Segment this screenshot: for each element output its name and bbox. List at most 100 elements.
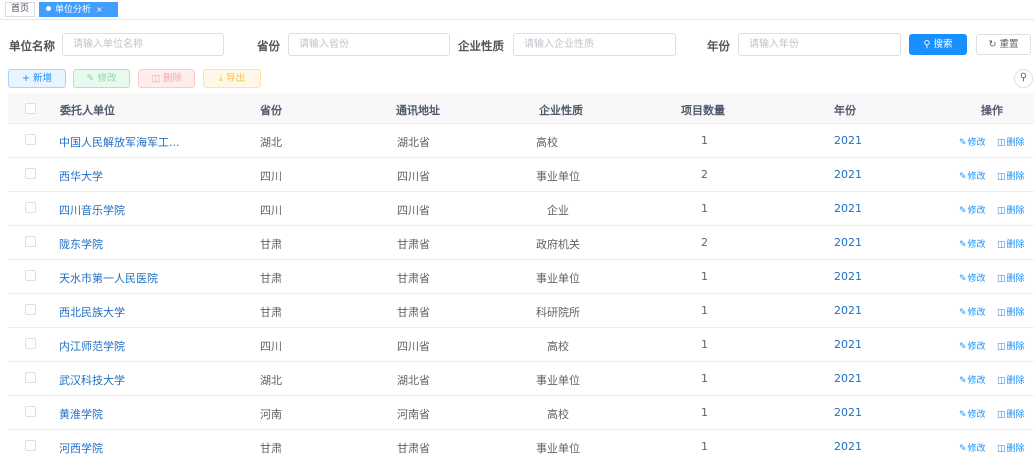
row-checkbox[interactable]	[25, 202, 36, 213]
trash-icon: ◫	[997, 138, 1006, 148]
row-checkbox[interactable]	[25, 168, 36, 179]
cell-client[interactable]: 河西学院	[59, 440, 103, 456]
export-button[interactable]: ⤓ 导出	[203, 69, 261, 88]
table-row: 天水市第一人民医院 甘肃 甘肃省 事业单位 1 2021 ✎修改 ◫删除	[8, 260, 1034, 294]
row-delete-button[interactable]: ◫删除	[997, 305, 1025, 318]
row-edit-label: 修改	[967, 240, 986, 250]
active-dot-icon	[46, 6, 51, 11]
search-button[interactable]: ⚲ 搜索	[909, 34, 967, 55]
row-checkbox[interactable]	[25, 440, 36, 451]
unit-name-input[interactable]	[62, 33, 224, 56]
delete-button[interactable]: ◫ 删除	[138, 69, 195, 88]
cell-year: 2021	[834, 168, 862, 181]
tab-unit-analysis[interactable]: 单位分析 ×	[39, 2, 118, 17]
row-checkbox[interactable]	[25, 134, 36, 145]
cell-client[interactable]: 西华大学	[59, 168, 103, 184]
row-delete-button[interactable]: ◫删除	[997, 339, 1025, 352]
row-checkbox[interactable]	[25, 338, 36, 349]
row-edit-button[interactable]: ✎修改	[959, 203, 986, 216]
row-checkbox[interactable]	[25, 372, 36, 383]
search-icon: ⚲	[923, 39, 931, 50]
row-delete-button[interactable]: ◫删除	[997, 441, 1025, 454]
row-edit-button[interactable]: ✎修改	[959, 373, 986, 386]
row-edit-button[interactable]: ✎修改	[959, 169, 986, 182]
row-edit-button[interactable]: ✎修改	[959, 271, 986, 284]
trash-icon: ◫	[997, 342, 1006, 352]
cell-address: 湖北省	[397, 136, 430, 149]
trash-icon: ◫	[997, 376, 1006, 386]
row-edit-label: 修改	[967, 172, 986, 182]
row-edit-label: 修改	[967, 206, 986, 216]
row-delete-button[interactable]: ◫删除	[997, 203, 1025, 216]
table-header: 委托人单位 省份 通讯地址 企业性质 项目数量 年份 操作	[8, 93, 1034, 124]
cell-count: 1	[701, 304, 708, 317]
row-checkbox[interactable]	[25, 406, 36, 417]
reset-button[interactable]: ↻ 重置	[976, 34, 1031, 55]
row-delete-label: 删除	[1006, 138, 1025, 148]
cell-client[interactable]: 黄淮学院	[59, 406, 103, 422]
row-edit-button[interactable]: ✎修改	[959, 135, 986, 148]
row-delete-label: 删除	[1006, 206, 1025, 216]
row-checkbox[interactable]	[25, 236, 36, 247]
cell-year: 2021	[834, 202, 862, 215]
row-delete-button[interactable]: ◫删除	[997, 407, 1025, 420]
row-edit-button[interactable]: ✎修改	[959, 305, 986, 318]
cell-count: 1	[701, 270, 708, 283]
row-edit-label: 修改	[967, 376, 986, 386]
cell-client[interactable]: 内江师范学院	[59, 338, 125, 354]
toggle-search-button[interactable]: ⚲	[1014, 69, 1033, 88]
row-checkbox[interactable]	[25, 304, 36, 315]
year-input[interactable]	[738, 33, 901, 56]
add-button[interactable]: + 新增	[8, 69, 66, 88]
pencil-icon: ✎	[959, 376, 967, 386]
cell-client[interactable]: 武汉科技大学	[59, 372, 125, 388]
reset-button-label: 重置	[999, 39, 1019, 50]
cell-client[interactable]: 四川音乐学院	[59, 202, 125, 218]
row-checkbox[interactable]	[25, 270, 36, 281]
cell-address: 四川省	[397, 170, 430, 183]
tab-home[interactable]: 首页	[5, 2, 35, 17]
province-label: 省份	[257, 39, 280, 53]
table-row: 河西学院 甘肃 甘肃省 事业单位 1 2021 ✎修改 ◫删除	[8, 430, 1034, 456]
row-delete-button[interactable]: ◫删除	[997, 373, 1025, 386]
edit-button[interactable]: ✎ 修改	[73, 69, 130, 88]
pencil-icon: ✎	[959, 410, 967, 420]
row-edit-button[interactable]: ✎修改	[959, 339, 986, 352]
close-icon[interactable]: ×	[96, 5, 103, 14]
table-row: 中国人民解放军海军工... 湖北 湖北省 高校 1 2021 ✎修改 ◫删除	[8, 124, 1034, 158]
cell-year: 2021	[834, 406, 862, 419]
cell-year: 2021	[834, 134, 862, 147]
row-delete-button[interactable]: ◫删除	[997, 169, 1025, 182]
cell-count: 2	[701, 236, 708, 249]
row-edit-button[interactable]: ✎修改	[959, 237, 986, 250]
cell-client[interactable]: 中国人民解放军海军工...	[59, 134, 180, 150]
cell-nature: 事业单位	[536, 170, 580, 183]
cell-client[interactable]: 天水市第一人民医院	[59, 270, 158, 286]
cell-province: 湖北	[260, 374, 282, 387]
row-delete-label: 删除	[1006, 376, 1025, 386]
cell-client[interactable]: 西北民族大学	[59, 304, 125, 320]
edit-button-label: 修改	[97, 73, 117, 84]
header-nature: 企业性质	[539, 104, 583, 117]
trash-icon: ◫	[997, 444, 1006, 454]
row-delete-button[interactable]: ◫删除	[997, 135, 1025, 148]
province-input[interactable]	[288, 33, 450, 56]
download-icon: ⤓	[218, 73, 224, 84]
cell-client[interactable]: 陇东学院	[59, 236, 103, 252]
cell-province: 四川	[260, 170, 282, 183]
row-delete-label: 删除	[1006, 240, 1025, 250]
row-delete-button[interactable]: ◫删除	[997, 237, 1025, 250]
row-delete-button[interactable]: ◫删除	[997, 271, 1025, 284]
table-row: 内江师范学院 四川 四川省 高校 1 2021 ✎修改 ◫删除	[8, 328, 1034, 362]
select-all-checkbox[interactable]	[25, 103, 36, 114]
cell-nature: 事业单位	[536, 272, 580, 285]
plus-icon: +	[21, 73, 30, 84]
trash-icon: ◫	[997, 308, 1006, 318]
row-edit-button[interactable]: ✎修改	[959, 407, 986, 420]
tab-home-label: 首页	[10, 4, 29, 14]
row-edit-button[interactable]: ✎修改	[959, 441, 986, 454]
table-row: 西华大学 四川 四川省 事业单位 2 2021 ✎修改 ◫删除	[8, 158, 1034, 192]
cell-address: 河南省	[397, 408, 430, 421]
row-delete-label: 删除	[1006, 410, 1025, 420]
nature-input[interactable]	[513, 33, 676, 56]
